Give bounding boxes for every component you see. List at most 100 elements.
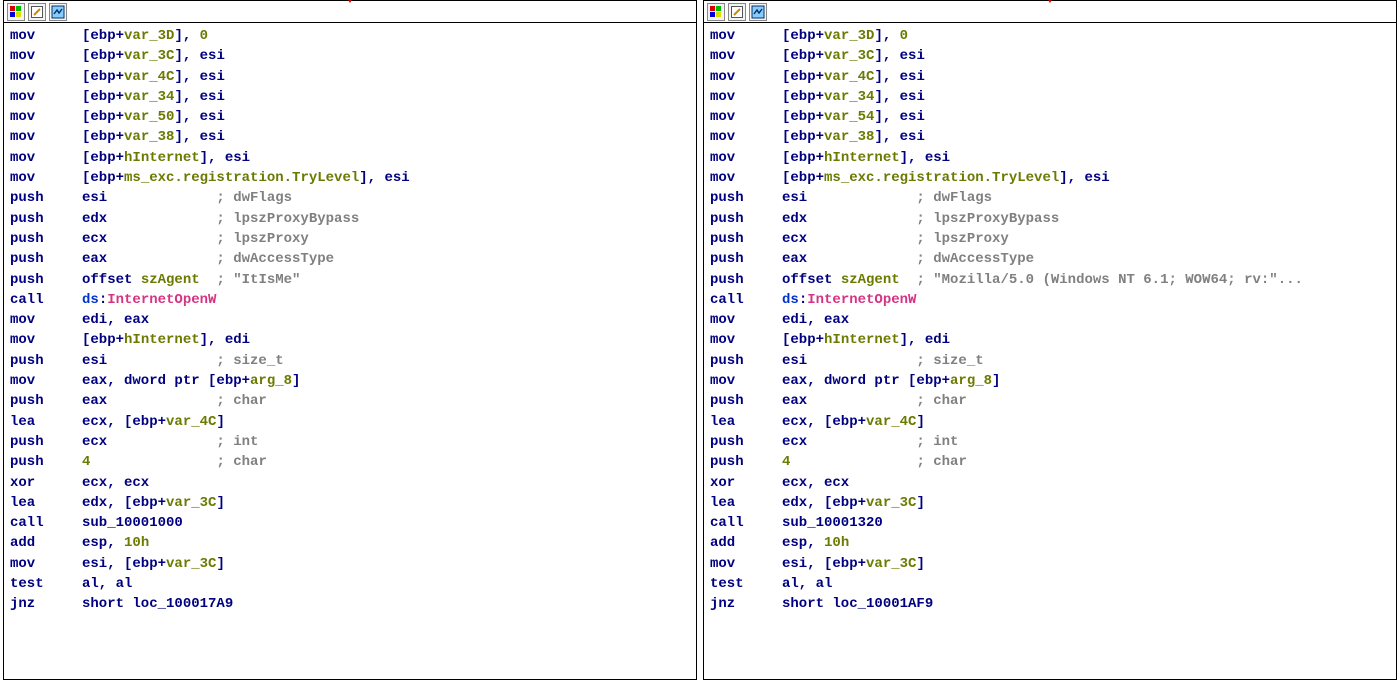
edit-icon[interactable] [28, 3, 46, 21]
asm-line[interactable]: pushecx ; int [10, 432, 690, 452]
asm-line[interactable]: testal, al [10, 574, 690, 594]
operand-token: [ebp+ [82, 89, 124, 105]
color-palette-icon[interactable] [707, 3, 725, 21]
asm-line[interactable]: pushecx ; lpszProxy [710, 229, 1390, 249]
asm-line[interactable]: mov[ebp+hInternet], esi [10, 148, 690, 168]
operand-token: var_4C [824, 69, 874, 85]
asm-line[interactable]: callds:InternetOpenW [710, 290, 1390, 310]
mnemonic: mov [710, 26, 782, 46]
asm-line[interactable]: moveax, dword ptr [ebp+arg_8] [10, 371, 690, 391]
mnemonic: push [10, 432, 82, 452]
asm-line[interactable]: mov[ebp+var_3D], 0 [10, 26, 690, 46]
operand-token: edx [782, 211, 916, 227]
asm-line[interactable]: addesp, 10h [10, 533, 690, 553]
asm-line[interactable]: movedi, eax [10, 310, 690, 330]
operand-token: offset [82, 272, 141, 288]
asm-line[interactable]: movesi, [ebp+var_3C] [710, 554, 1390, 574]
asm-line[interactable]: mov[ebp+hInternet], edi [10, 330, 690, 350]
operand-token: var_50 [124, 109, 174, 125]
asm-line[interactable]: mov[ebp+var_3C], esi [10, 46, 690, 66]
asm-line[interactable]: push4 ; char [710, 452, 1390, 472]
graph-view-icon[interactable] [749, 3, 767, 21]
operand-token: 10h [124, 535, 149, 551]
asm-line[interactable]: addesp, 10h [710, 533, 1390, 553]
operand-token: [ebp+ [782, 129, 824, 145]
asm-line[interactable]: callsub_10001320 [710, 513, 1390, 533]
asm-line[interactable]: xorecx, ecx [10, 473, 690, 493]
asm-line[interactable]: mov[ebp+var_38], esi [10, 127, 690, 147]
asm-line[interactable]: push4 ; char [10, 452, 690, 472]
asm-line[interactable]: mov[ebp+hInternet], esi [710, 148, 1390, 168]
asm-line[interactable]: pushoffset szAgent ; "Mozilla/5.0 (Windo… [710, 270, 1390, 290]
edit-icon[interactable] [728, 3, 746, 21]
asm-line[interactable]: callds:InternetOpenW [10, 290, 690, 310]
disassembly-code[interactable]: mov[ebp+var_3D], 0mov[ebp+var_3C], esimo… [4, 23, 696, 679]
asm-line[interactable]: pushecx ; lpszProxy [10, 229, 690, 249]
operand-token: ], [874, 28, 899, 44]
asm-line[interactable]: pushesi ; size_t [710, 351, 1390, 371]
graph-view-icon[interactable] [49, 3, 67, 21]
operand-token: ], esi [900, 150, 950, 166]
operand-token: ; char [916, 454, 966, 470]
operand-token: hInternet [824, 332, 900, 348]
asm-line[interactable]: pushesi ; dwFlags [10, 188, 690, 208]
operand-token: arg_8 [250, 373, 292, 389]
asm-line[interactable]: mov[ebp+hInternet], edi [710, 330, 1390, 350]
asm-line[interactable]: mov[ebp+var_34], esi [10, 87, 690, 107]
operand-token: ds [782, 292, 799, 308]
asm-line[interactable]: mov[ebp+ms_exc.registration.TryLevel], e… [10, 168, 690, 188]
disassembly-code[interactable]: mov[ebp+var_3D], 0mov[ebp+var_3C], esimo… [704, 23, 1396, 679]
asm-line[interactable]: pusheax ; dwAccessType [10, 249, 690, 269]
asm-line[interactable]: movedi, eax [710, 310, 1390, 330]
operand-token: szAgent [141, 272, 200, 288]
asm-line[interactable]: xorecx, ecx [710, 473, 1390, 493]
operand-token: [ebp+ [782, 69, 824, 85]
asm-line[interactable]: mov[ebp+var_54], esi [710, 107, 1390, 127]
color-palette-icon[interactable] [7, 3, 25, 21]
operand-token: var_3C [166, 495, 216, 511]
mnemonic: push [710, 270, 782, 290]
asm-line[interactable]: pushesi ; size_t [10, 351, 690, 371]
asm-line[interactable]: moveax, dword ptr [ebp+arg_8] [710, 371, 1390, 391]
operand-token: ], esi [874, 109, 924, 125]
asm-line[interactable]: mov[ebp+var_3C], esi [710, 46, 1390, 66]
asm-line[interactable]: mov[ebp+var_4C], esi [10, 67, 690, 87]
asm-line[interactable]: mov[ebp+var_3D], 0 [710, 26, 1390, 46]
asm-line[interactable]: testal, al [710, 574, 1390, 594]
operand-token: [ebp+ [782, 48, 824, 64]
asm-line[interactable]: pushedx ; lpszProxyBypass [10, 209, 690, 229]
asm-line[interactable]: leaedx, [ebp+var_3C] [710, 493, 1390, 513]
operand-token: hInternet [124, 150, 200, 166]
asm-line[interactable]: leaedx, [ebp+var_3C] [10, 493, 690, 513]
disassembly-panel-left: mov[ebp+var_3D], 0mov[ebp+var_3C], esimo… [3, 0, 697, 680]
asm-line[interactable]: pushesi ; dwFlags [710, 188, 1390, 208]
mnemonic: call [10, 513, 82, 533]
operand-token: esp, [782, 535, 824, 551]
asm-line[interactable]: mov[ebp+ms_exc.registration.TryLevel], e… [710, 168, 1390, 188]
asm-line[interactable]: pushedx ; lpszProxyBypass [710, 209, 1390, 229]
mnemonic: lea [710, 493, 782, 513]
asm-line[interactable]: mov[ebp+var_38], esi [710, 127, 1390, 147]
operand-token: ], esi [174, 89, 224, 105]
operand-token: ] [292, 373, 300, 389]
operand-token: ] [916, 556, 924, 572]
asm-line[interactable]: mov[ebp+var_34], esi [710, 87, 1390, 107]
asm-line[interactable]: pushoffset szAgent ; "ItIsMe" [10, 270, 690, 290]
asm-line[interactable]: mov[ebp+var_50], esi [10, 107, 690, 127]
asm-line[interactable]: jnzshort loc_10001AF9 [710, 594, 1390, 614]
asm-line[interactable]: leaecx, [ebp+var_4C] [710, 412, 1390, 432]
asm-line[interactable]: pushecx ; int [710, 432, 1390, 452]
operand-token: ; int [916, 434, 958, 450]
asm-line[interactable]: pusheax ; char [10, 391, 690, 411]
operand-token: eax [82, 251, 216, 267]
asm-line[interactable]: pusheax ; char [710, 391, 1390, 411]
operand-token: var_34 [124, 89, 174, 105]
asm-line[interactable]: callsub_10001000 [10, 513, 690, 533]
operand-token: var_3D [824, 28, 874, 44]
disassembly-panel-right: mov[ebp+var_3D], 0mov[ebp+var_3C], esimo… [703, 0, 1397, 680]
asm-line[interactable]: movesi, [ebp+var_3C] [10, 554, 690, 574]
asm-line[interactable]: jnzshort loc_100017A9 [10, 594, 690, 614]
asm-line[interactable]: leaecx, [ebp+var_4C] [10, 412, 690, 432]
asm-line[interactable]: pusheax ; dwAccessType [710, 249, 1390, 269]
asm-line[interactable]: mov[ebp+var_4C], esi [710, 67, 1390, 87]
